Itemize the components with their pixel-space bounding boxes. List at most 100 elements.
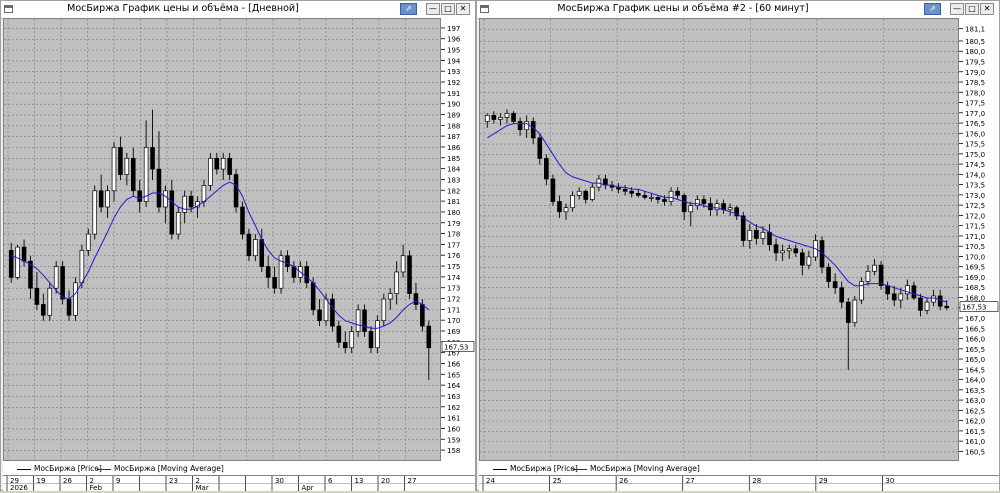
candle-body	[118, 147, 123, 175]
candle-body	[642, 195, 648, 198]
candle-body	[323, 298, 329, 322]
price-tick-label: 162	[447, 404, 460, 412]
close-button[interactable]: ✕	[980, 3, 994, 15]
candle-body	[98, 190, 104, 208]
price-tick-label: 196	[447, 36, 461, 44]
candle-body	[259, 239, 265, 267]
daily-time-axis: 29 2026 19 26 2 Feb 9 23 2 Mar 30 Apr 6 13 20 27	[3, 475, 475, 492]
candle-body	[400, 255, 406, 273]
legend-price: МосБиржа [Price]	[493, 464, 578, 473]
hourly-chart-titlebar[interactable]: МосБиржа График цены и объёма #2 - [60 м…	[477, 1, 999, 19]
price-tick-label: 182	[447, 187, 460, 195]
candle-body	[233, 174, 239, 208]
candle-body	[662, 199, 667, 202]
daily-legend: МосБиржа [Price] МосБиржа [Moving Averag…	[3, 461, 475, 475]
candle-body	[265, 266, 271, 278]
price-tick-label: 160	[447, 425, 460, 433]
price-tick-label: 178,5	[965, 79, 985, 87]
price-tick-label: 163	[447, 393, 460, 401]
price-tick-label: 186	[447, 144, 461, 152]
daily-chart-titlebar[interactable]: МосБиржа График цены и объёма - [Дневной…	[1, 1, 475, 19]
candle-body	[15, 246, 20, 278]
candle-body	[34, 287, 40, 305]
price-tick-label: 173,0	[965, 192, 985, 200]
candle-body	[426, 325, 432, 349]
candle-body	[937, 295, 943, 307]
candle-body	[885, 285, 890, 295]
candle-body	[182, 195, 187, 213]
hourly-plot-area[interactable]	[479, 18, 959, 461]
candle-body	[504, 112, 510, 118]
minimize-button[interactable]: —	[426, 3, 440, 15]
daily-time-axis-svg: 29202619 26 2Feb9 23 2Mar30Apr6 13 20 27	[3, 476, 475, 492]
price-tick-label: 180,0	[965, 48, 985, 56]
daily-plot-area[interactable]	[3, 18, 441, 461]
candle-body	[675, 190, 680, 196]
candle-body	[240, 206, 245, 235]
price-tick-label: 162,5	[965, 407, 985, 415]
legend-moving-average-swatch	[573, 468, 587, 470]
candle-body	[622, 188, 628, 192]
candle-body	[394, 271, 399, 294]
candle-body	[898, 293, 904, 301]
candle-body	[800, 252, 805, 266]
price-tick-label: 159	[447, 436, 460, 444]
price-tick-label: 171,0	[965, 233, 985, 241]
time-month-label: Feb	[90, 484, 103, 491]
daily-price-axis: 197 196 195 194 193 192 191 190 189 188 187 186 185 1…	[441, 18, 475, 461]
candle-body	[872, 264, 877, 272]
candle-body	[517, 121, 523, 131]
price-tick-label: 164,5	[965, 366, 985, 374]
candle-body	[79, 249, 85, 284]
candle-body	[143, 147, 149, 202]
candle-body	[793, 248, 799, 254]
candle-body	[911, 285, 917, 299]
candle-body	[8, 249, 14, 278]
candle-body	[760, 231, 766, 239]
candle-body	[214, 157, 220, 170]
candle-body	[832, 281, 838, 289]
price-tick-label: 161	[447, 415, 460, 423]
price-tick-label: 189	[447, 112, 460, 120]
close-button[interactable]: ✕	[456, 3, 470, 15]
candle-body	[381, 298, 387, 322]
price-tick-label: 177	[447, 241, 460, 249]
candle-body	[570, 195, 575, 209]
legend-moving-average: МосБиржа [Moving Average]	[97, 464, 224, 473]
candle-body	[931, 295, 936, 303]
hourly-legend: МосБиржа [Price] МосБиржа [Moving Averag…	[479, 461, 999, 475]
candle-body	[272, 277, 277, 289]
hourly-time-axis: 24 25 26 27 28 29 30	[479, 475, 999, 491]
candle-body	[780, 250, 785, 254]
price-tick-label: 165,0	[965, 356, 985, 364]
candle-body	[694, 199, 700, 206]
price-tick-label: 174,5	[965, 161, 985, 169]
price-tick-label: 176,5	[965, 120, 985, 128]
candle-body	[208, 157, 213, 186]
price-tick-label: 197	[447, 25, 460, 33]
time-month-label: Mar	[196, 484, 209, 491]
candle-body	[491, 114, 497, 120]
hourly-chart-svg	[480, 19, 958, 460]
candle-body	[511, 112, 516, 122]
candle-body	[21, 246, 27, 262]
hourly-chart-title: МосБиржа График цены и объёма #2 - [60 м…	[557, 3, 809, 14]
candle-body	[714, 203, 720, 211]
price-tick-label: 176,0	[965, 130, 985, 138]
candle-body	[317, 309, 322, 322]
price-tick-label: 165	[447, 371, 460, 379]
maximize-button[interactable]: □	[441, 3, 455, 15]
minimize-button[interactable]: —	[950, 3, 964, 15]
pin-button[interactable]: ⇗	[400, 3, 417, 15]
candle-body	[524, 121, 529, 131]
candle-body	[852, 299, 858, 323]
candle-body	[246, 233, 252, 257]
maximize-button[interactable]: □	[965, 3, 979, 15]
candle-body	[60, 266, 65, 300]
pin-button[interactable]: ⇗	[924, 3, 941, 15]
candle-body	[498, 117, 503, 120]
price-tick-label: 171	[447, 306, 460, 314]
candle-body	[105, 190, 110, 208]
legend-moving-average-label: МосБиржа [Moving Average]	[114, 464, 224, 473]
price-tick-label: 181,1	[965, 26, 985, 34]
